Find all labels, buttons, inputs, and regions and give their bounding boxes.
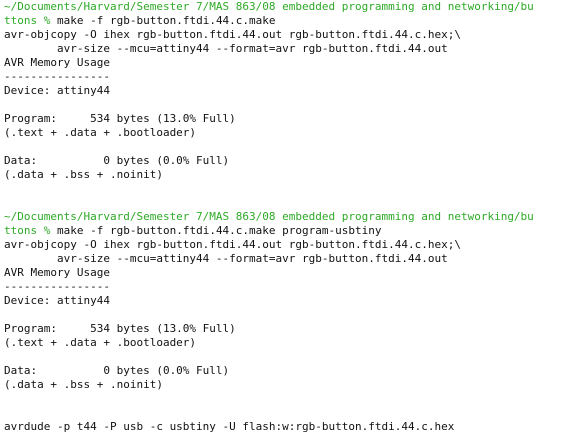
output-line: Program: 534 bytes (13.0% Full) — [4, 112, 236, 125]
prompt-path-continued: ttons — [4, 14, 38, 27]
output-line: Device: attiny44 — [4, 84, 110, 97]
output-line: Data: 0 bytes (0.0% Full) — [4, 364, 230, 377]
prompt-path-line: ~/Documents/Harvard/Semester 7/MAS 863/0… — [4, 210, 566, 224]
command-text: make -f rgb-button.ftdi.44.c.make progra… — [50, 224, 382, 237]
terminal-window[interactable]: ~/Documents/Harvard/Semester 7/MAS 863/0… — [0, 0, 566, 445]
command-text: make -f rgb-button.ftdi.44.c.make — [50, 14, 276, 27]
output-line: (.text + .data + .bootloader) — [4, 126, 197, 139]
output-line: (.data + .bss + .noinit) — [4, 168, 163, 181]
prompt-path: ~/Documents/Harvard/Semester 7/MAS 863/0… — [4, 210, 534, 223]
output-line: avr-size --mcu=attiny44 --format=avr rgb… — [4, 252, 448, 265]
output-line: ---------------- — [4, 70, 110, 83]
output-line: avrdude -p t44 -P usb -c usbtiny -U flas… — [4, 420, 455, 433]
output-line: Program: 534 bytes (13.0% Full) — [4, 322, 236, 335]
prompt-command-line: ttons % make -f rgb-button.ftdi.44.c.mak… — [4, 224, 566, 238]
output-line: avr-size --mcu=attiny44 --format=avr rgb… — [4, 42, 448, 55]
output-line: (.text + .data + .bootloader) — [4, 336, 197, 349]
prompt-command-line: ttons % make -f rgb-button.ftdi.44.c.mak… — [4, 14, 566, 28]
output-line: AVR Memory Usage — [4, 266, 110, 279]
output-line: AVR Memory Usage — [4, 56, 110, 69]
output-line: avr-objcopy -O ihex rgb-button.ftdi.44.o… — [4, 28, 461, 41]
prompt-path-continued: ttons — [4, 224, 38, 237]
output-line: ---------------- — [4, 280, 110, 293]
prompt-path-line: ~/Documents/Harvard/Semester 7/MAS 863/0… — [4, 0, 566, 14]
output-line: avr-objcopy -O ihex rgb-button.ftdi.44.o… — [4, 238, 461, 251]
output-line: Data: 0 bytes (0.0% Full) — [4, 154, 230, 167]
output-line: Device: attiny44 — [4, 294, 110, 307]
output-line: (.data + .bss + .noinit) — [4, 378, 163, 391]
prompt-path: ~/Documents/Harvard/Semester 7/MAS 863/0… — [4, 0, 534, 13]
